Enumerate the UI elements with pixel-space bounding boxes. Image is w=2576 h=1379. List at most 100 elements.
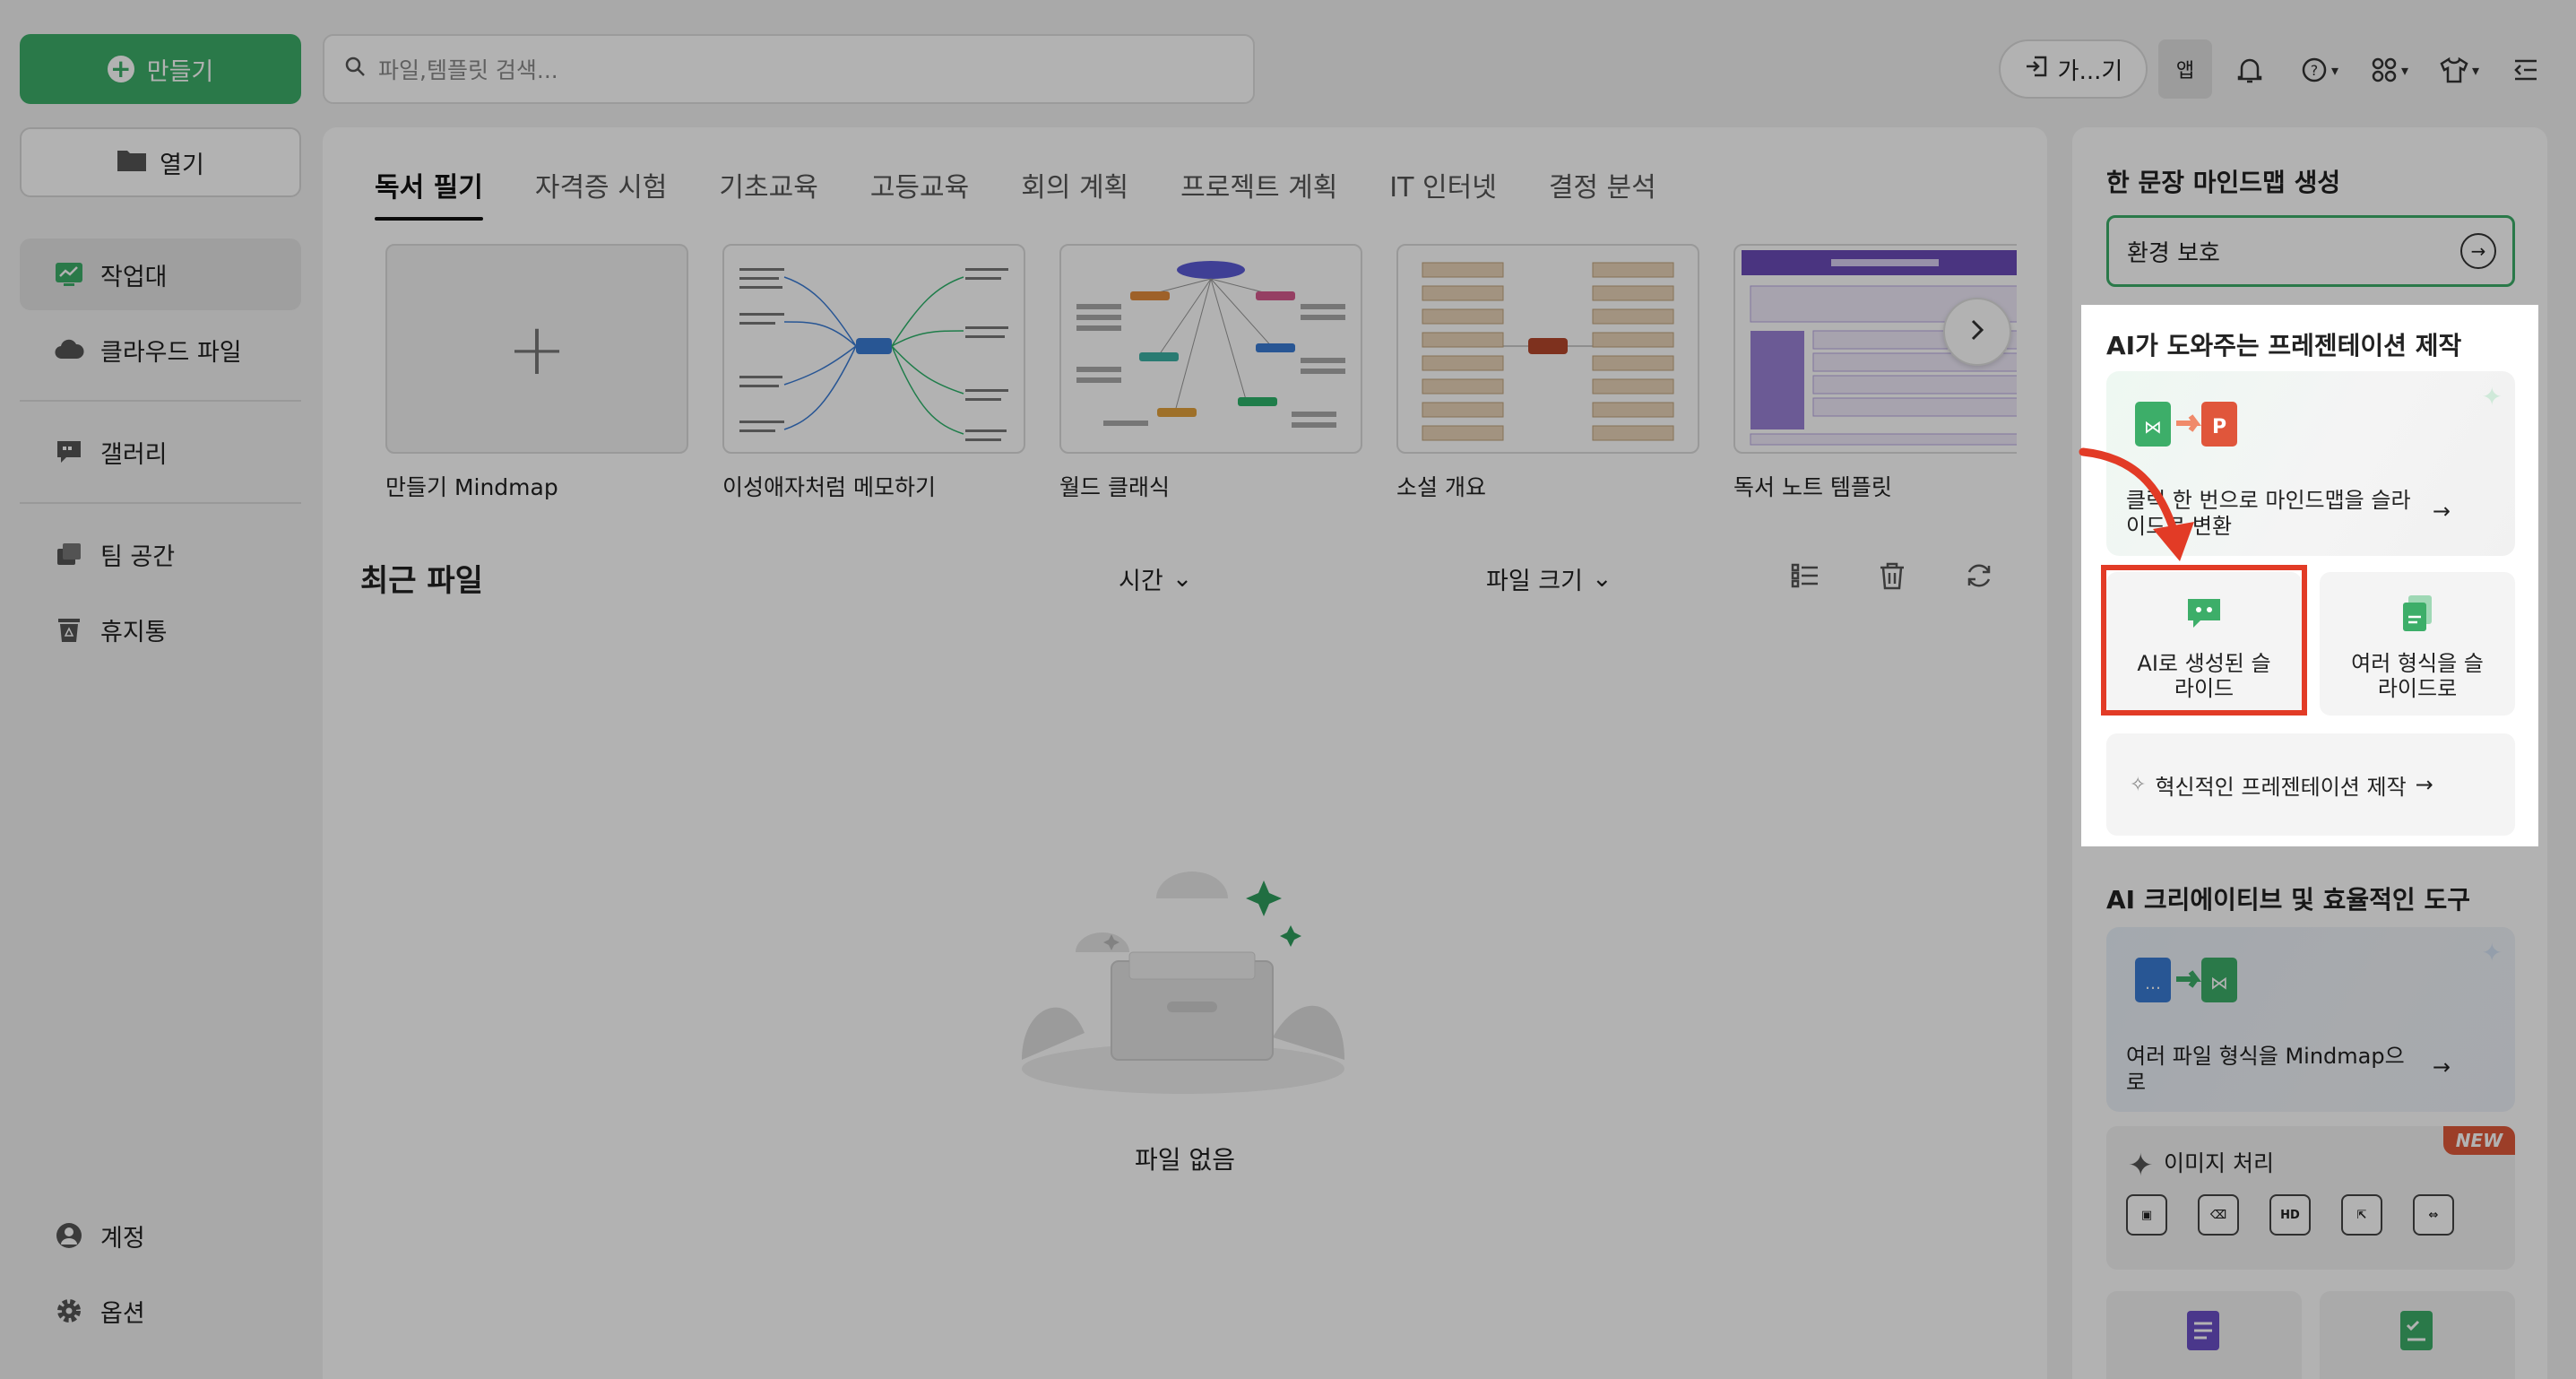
create-label: 만들기 xyxy=(146,57,214,86)
tab-it-internet[interactable]: IT 인터넷 xyxy=(1389,165,1497,221)
workspace-icon xyxy=(54,261,84,288)
chevron-down-icon: ▾ xyxy=(2330,61,2339,79)
join-label: 가...기 xyxy=(2057,57,2123,85)
file-to-mindmap-card[interactable]: … ⋈ ✦ 여러 파일 형식을 Mindmap으로 → xyxy=(2106,927,2515,1112)
ai-presentation-heading: AI가 도와주는 프레젠테이션 제작 xyxy=(2106,331,2462,360)
arrow-right-icon: → xyxy=(2415,772,2433,797)
tutorial-arrow-icon xyxy=(2079,447,2194,561)
file-to-mindmap-icon: … ⋈ xyxy=(2133,949,2241,1010)
sidebar: + 만들기 열기 작업대 클라우드 파일 갤러리 팀 공간 휴지통 계정 옵션 xyxy=(0,0,319,1379)
arrow-right-icon: → xyxy=(2432,499,2451,524)
innovative-presentation-card[interactable]: ✧ 혁신적인 프레젠테이션 제작 → xyxy=(2106,733,2515,836)
chevron-down-icon: ▾ xyxy=(2400,61,2409,79)
tab-meeting-plan[interactable]: 회의 계획 xyxy=(1021,165,1128,221)
svg-text:…: … xyxy=(2145,975,2161,993)
template-label: 이성애자처럼 메모하기 xyxy=(722,474,936,500)
crop-icon[interactable]: ▣ xyxy=(2126,1194,2167,1236)
create-button[interactable]: + 만들기 xyxy=(20,34,301,104)
sort-time-label: 시간 xyxy=(1119,568,1163,595)
multi-format-slides-card[interactable]: 여러 형식을 슬라이드로 xyxy=(2320,572,2515,716)
template-thumbnail xyxy=(1059,244,1362,454)
sort-size-label: 파일 크기 xyxy=(1486,568,1583,595)
document-icon xyxy=(2187,1311,2219,1350)
chevron-down-icon: ⌄ xyxy=(1171,565,1193,593)
search-input[interactable]: 파일,템플릿 검색... xyxy=(323,34,1255,104)
trash-icon xyxy=(54,616,84,643)
search-icon xyxy=(344,56,366,82)
recent-files-title: 최근 파일 xyxy=(360,563,483,599)
sidebar-item-cloud[interactable]: 클라우드 파일 xyxy=(20,314,301,386)
tab-project-plan[interactable]: 프로젝트 계획 xyxy=(1180,165,1337,221)
image-processing-card[interactable]: NEW ✦ 이미지 처리 ▣ ⌫ HD ⇱ ⇔ xyxy=(2106,1126,2515,1270)
list-view-icon[interactable] xyxy=(1791,556,1820,595)
template-card[interactable]: 이성애자처럼 메모하기 xyxy=(722,244,1025,502)
carousel-next-button[interactable] xyxy=(1943,298,2011,366)
image-tools: ▣ ⌫ HD ⇱ ⇔ xyxy=(2126,1194,2454,1236)
join-button[interactable]: 가...기 xyxy=(1999,39,2148,99)
template-thumbnail xyxy=(722,244,1025,454)
app-label: 앱 xyxy=(2175,60,2195,82)
open-button[interactable]: 열기 xyxy=(20,127,301,197)
template-label: 소설 개요 xyxy=(1396,474,1486,500)
image-processing-label: 이미지 처리 xyxy=(2164,1150,2274,1176)
empty-box-illustration xyxy=(1004,845,1362,1099)
chevron-right-icon xyxy=(1968,318,1986,345)
sidebar-item-label: 휴지통 xyxy=(100,618,168,646)
main-panel: 독서 필기 자격증 시험 기초교육 고등교육 회의 계획 프로젝트 계획 IT … xyxy=(323,127,2047,1379)
sidebar-item-team[interactable]: 팀 공간 xyxy=(20,518,301,590)
template-card[interactable]: 독서 노트 템플릿 xyxy=(1733,244,2017,502)
sidebar-item-gallery[interactable]: 갤러리 xyxy=(20,416,301,488)
gear-icon xyxy=(54,1297,84,1324)
sidebar-item-label: 갤러리 xyxy=(100,440,168,469)
arrow-right-icon: → xyxy=(2432,1054,2451,1080)
checklist-icon xyxy=(2400,1311,2433,1350)
mindmap-prompt-input[interactable]: 환경 보호 → xyxy=(2106,215,2515,287)
help-icon[interactable]: ? ▾ xyxy=(2295,45,2345,95)
submit-arrow-icon[interactable]: → xyxy=(2460,233,2496,269)
refresh-icon[interactable] xyxy=(1965,556,1993,595)
delete-icon[interactable] xyxy=(1879,556,1906,595)
sidebar-item-label: 클라우드 파일 xyxy=(100,338,242,367)
template-card[interactable]: 월드 클래식 xyxy=(1059,244,1362,502)
app-button[interactable]: 앱 xyxy=(2158,39,2212,99)
template-card[interactable]: 소설 개요 xyxy=(1396,244,1699,502)
category-tabs: 독서 필기 자격증 시험 기초교육 고등교육 회의 계획 프로젝트 계획 IT … xyxy=(375,165,1656,221)
hd-icon[interactable]: HD xyxy=(2269,1194,2311,1236)
sort-size-dropdown[interactable]: 파일 크기 ⌄ xyxy=(1486,561,1612,596)
compress-icon[interactable]: ⇔ xyxy=(2413,1194,2454,1236)
ai-tools-heading: AI 크리에이티브 및 효율적인 도구 xyxy=(2106,885,2470,915)
tab-decision-analysis[interactable]: 결정 분석 xyxy=(1549,165,1656,221)
bell-icon[interactable] xyxy=(2228,45,2271,95)
tab-basic-education[interactable]: 기초교육 xyxy=(719,165,817,221)
tab-higher-education[interactable]: 고등교육 xyxy=(870,165,969,221)
plus-icon: + xyxy=(385,244,688,454)
template-label: 만들기 Mindmap xyxy=(385,474,558,500)
open-label: 열기 xyxy=(160,151,204,179)
right-panel: 한 문장 마인드맵 생성 환경 보호 → AI가 도와주는 프레젠테이션 제작 … xyxy=(2072,127,2547,1379)
login-icon xyxy=(2024,54,2049,85)
divider xyxy=(20,502,301,504)
team-icon xyxy=(54,541,84,568)
template-label: 독서 노트 템플릿 xyxy=(1733,474,1892,500)
collapse-panel-icon[interactable] xyxy=(2506,45,2546,95)
tab-certification[interactable]: 자격증 시험 xyxy=(535,165,668,221)
tool-card[interactable] xyxy=(2320,1291,2515,1379)
apps-grid-icon[interactable]: ▾ xyxy=(2364,45,2415,95)
template-carousel: + 만들기 Mindmap 이성애자처럼 메모하기 월드 클래식 소설 개요 독… xyxy=(385,244,2017,522)
divider xyxy=(20,400,301,402)
sparkle-icon: ✧ xyxy=(2130,773,2147,796)
expand-icon[interactable]: ⇱ xyxy=(2341,1194,2382,1236)
tab-reading-notes[interactable]: 독서 필기 xyxy=(375,165,483,221)
sidebar-item-workspace[interactable]: 작업대 xyxy=(20,239,301,310)
new-badge: NEW xyxy=(2443,1126,2515,1155)
template-thumbnail xyxy=(1396,244,1699,454)
svg-text:?: ? xyxy=(2311,62,2319,79)
sidebar-item-account[interactable]: 계정 xyxy=(20,1200,301,1271)
sidebar-item-options[interactable]: 옵션 xyxy=(20,1275,301,1347)
template-card-blank[interactable]: + 만들기 Mindmap xyxy=(385,244,688,502)
eraser-icon[interactable]: ⌫ xyxy=(2198,1194,2239,1236)
sidebar-item-trash[interactable]: 휴지통 xyxy=(20,594,301,665)
shirt-icon[interactable]: ▾ xyxy=(2434,45,2485,95)
sort-time-dropdown[interactable]: 시간 ⌄ xyxy=(1119,561,1192,596)
tool-card[interactable] xyxy=(2106,1291,2302,1379)
